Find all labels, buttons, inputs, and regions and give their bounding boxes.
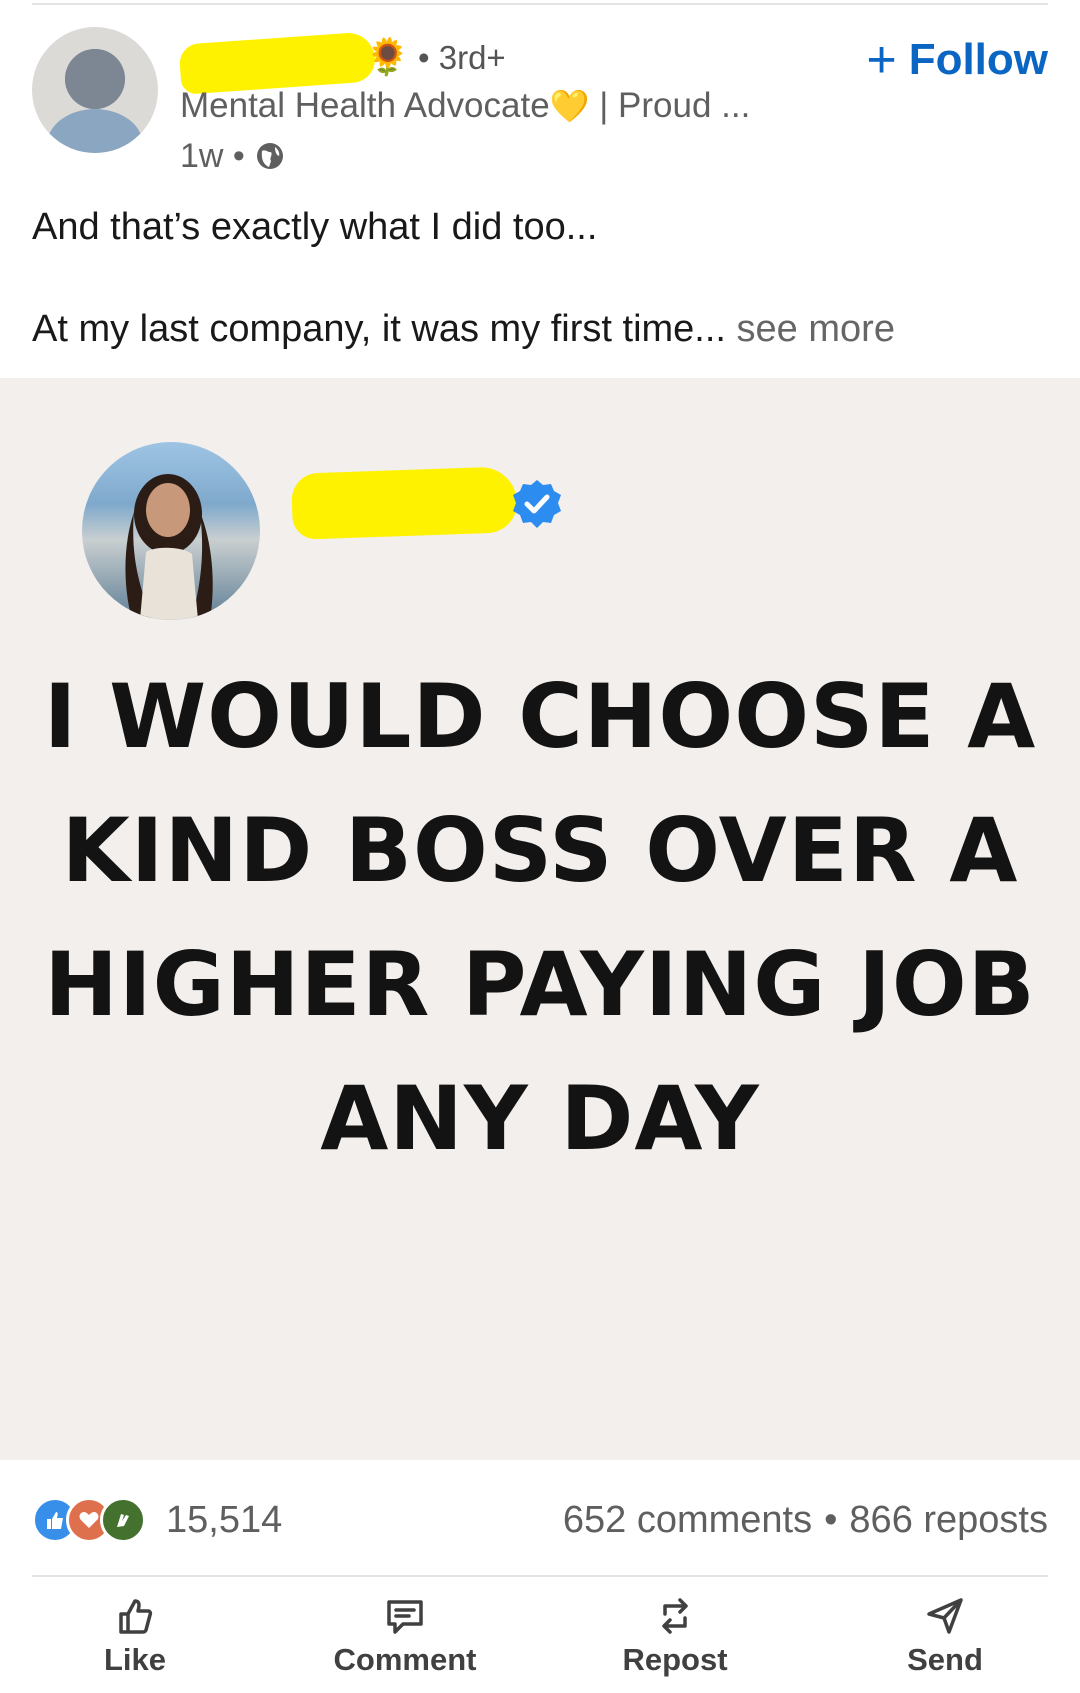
engagement-stats: 652 comments • 866 reposts: [563, 1499, 1048, 1542]
author-avatar[interactable]: [32, 27, 158, 153]
redacted-quote-author-name: [290, 466, 519, 540]
comment-icon: [387, 1600, 423, 1634]
send-label: Send: [907, 1642, 983, 1677]
social-counts: 15,514 652 comments • 866 reposts: [32, 1490, 1048, 1550]
quote-text: I WOULD CHOOSE A KIND BOSS OVER A HIGHER…: [43, 665, 1037, 1170]
plus-icon: +: [866, 31, 897, 89]
follow-button[interactable]: + Follow: [866, 30, 1048, 90]
quote-author-photo: [82, 442, 260, 620]
repost-icon: [662, 1598, 688, 1634]
post-meta: 1w •: [180, 134, 285, 178]
post-text-line-1: And that’s exactly what I did too...: [32, 206, 598, 248]
post-text-line-2: At my last company, it was my first time…: [32, 308, 895, 350]
thumbs-up-icon: [119, 1599, 153, 1634]
see-more-link[interactable]: see more: [737, 308, 895, 350]
like-label: Like: [103, 1642, 167, 1677]
reactions-count: 15,514: [166, 1498, 283, 1541]
comments-count[interactable]: 652 comments: [563, 1499, 812, 1542]
author-headline: Mental Health Advocate💛 | Proud ...: [180, 86, 751, 125]
repost-label: Repost: [622, 1642, 728, 1677]
comment-button[interactable]: Comment: [305, 1590, 505, 1690]
reposts-count[interactable]: 866 reposts: [849, 1499, 1048, 1542]
reactions-summary[interactable]: 15,514: [32, 1497, 282, 1543]
action-bar: Like Comment Repost Send: [0, 1590, 1080, 1690]
stats-separator: •: [824, 1498, 838, 1541]
post-time: 1w •: [180, 137, 245, 175]
top-divider: [32, 3, 1048, 5]
send-button[interactable]: Send: [845, 1590, 1045, 1690]
sunflower-emoji-icon: 🌻: [365, 37, 410, 78]
globe-icon: [256, 143, 283, 169]
send-icon: [927, 1598, 963, 1634]
yellow-heart-icon: 💛: [549, 87, 590, 125]
connection-degree: • 3rd+: [418, 39, 506, 76]
follow-label: Follow: [908, 35, 1048, 84]
author-name-row[interactable]: 🌻 • 3rd+: [178, 30, 740, 95]
actions-divider: [32, 1575, 1048, 1577]
verified-badge-icon: [513, 480, 561, 528]
woman-portrait-icon: [125, 474, 213, 620]
celebrate-reaction-icon: [100, 1497, 146, 1543]
like-button[interactable]: Like: [35, 1590, 235, 1690]
person-placeholder-icon: [47, 49, 143, 153]
repost-button[interactable]: Repost: [575, 1590, 775, 1690]
post-image[interactable]: I WOULD CHOOSE A KIND BOSS OVER A HIGHER…: [0, 378, 1080, 1460]
reaction-icons: [32, 1497, 146, 1543]
comment-label: Comment: [333, 1642, 477, 1677]
